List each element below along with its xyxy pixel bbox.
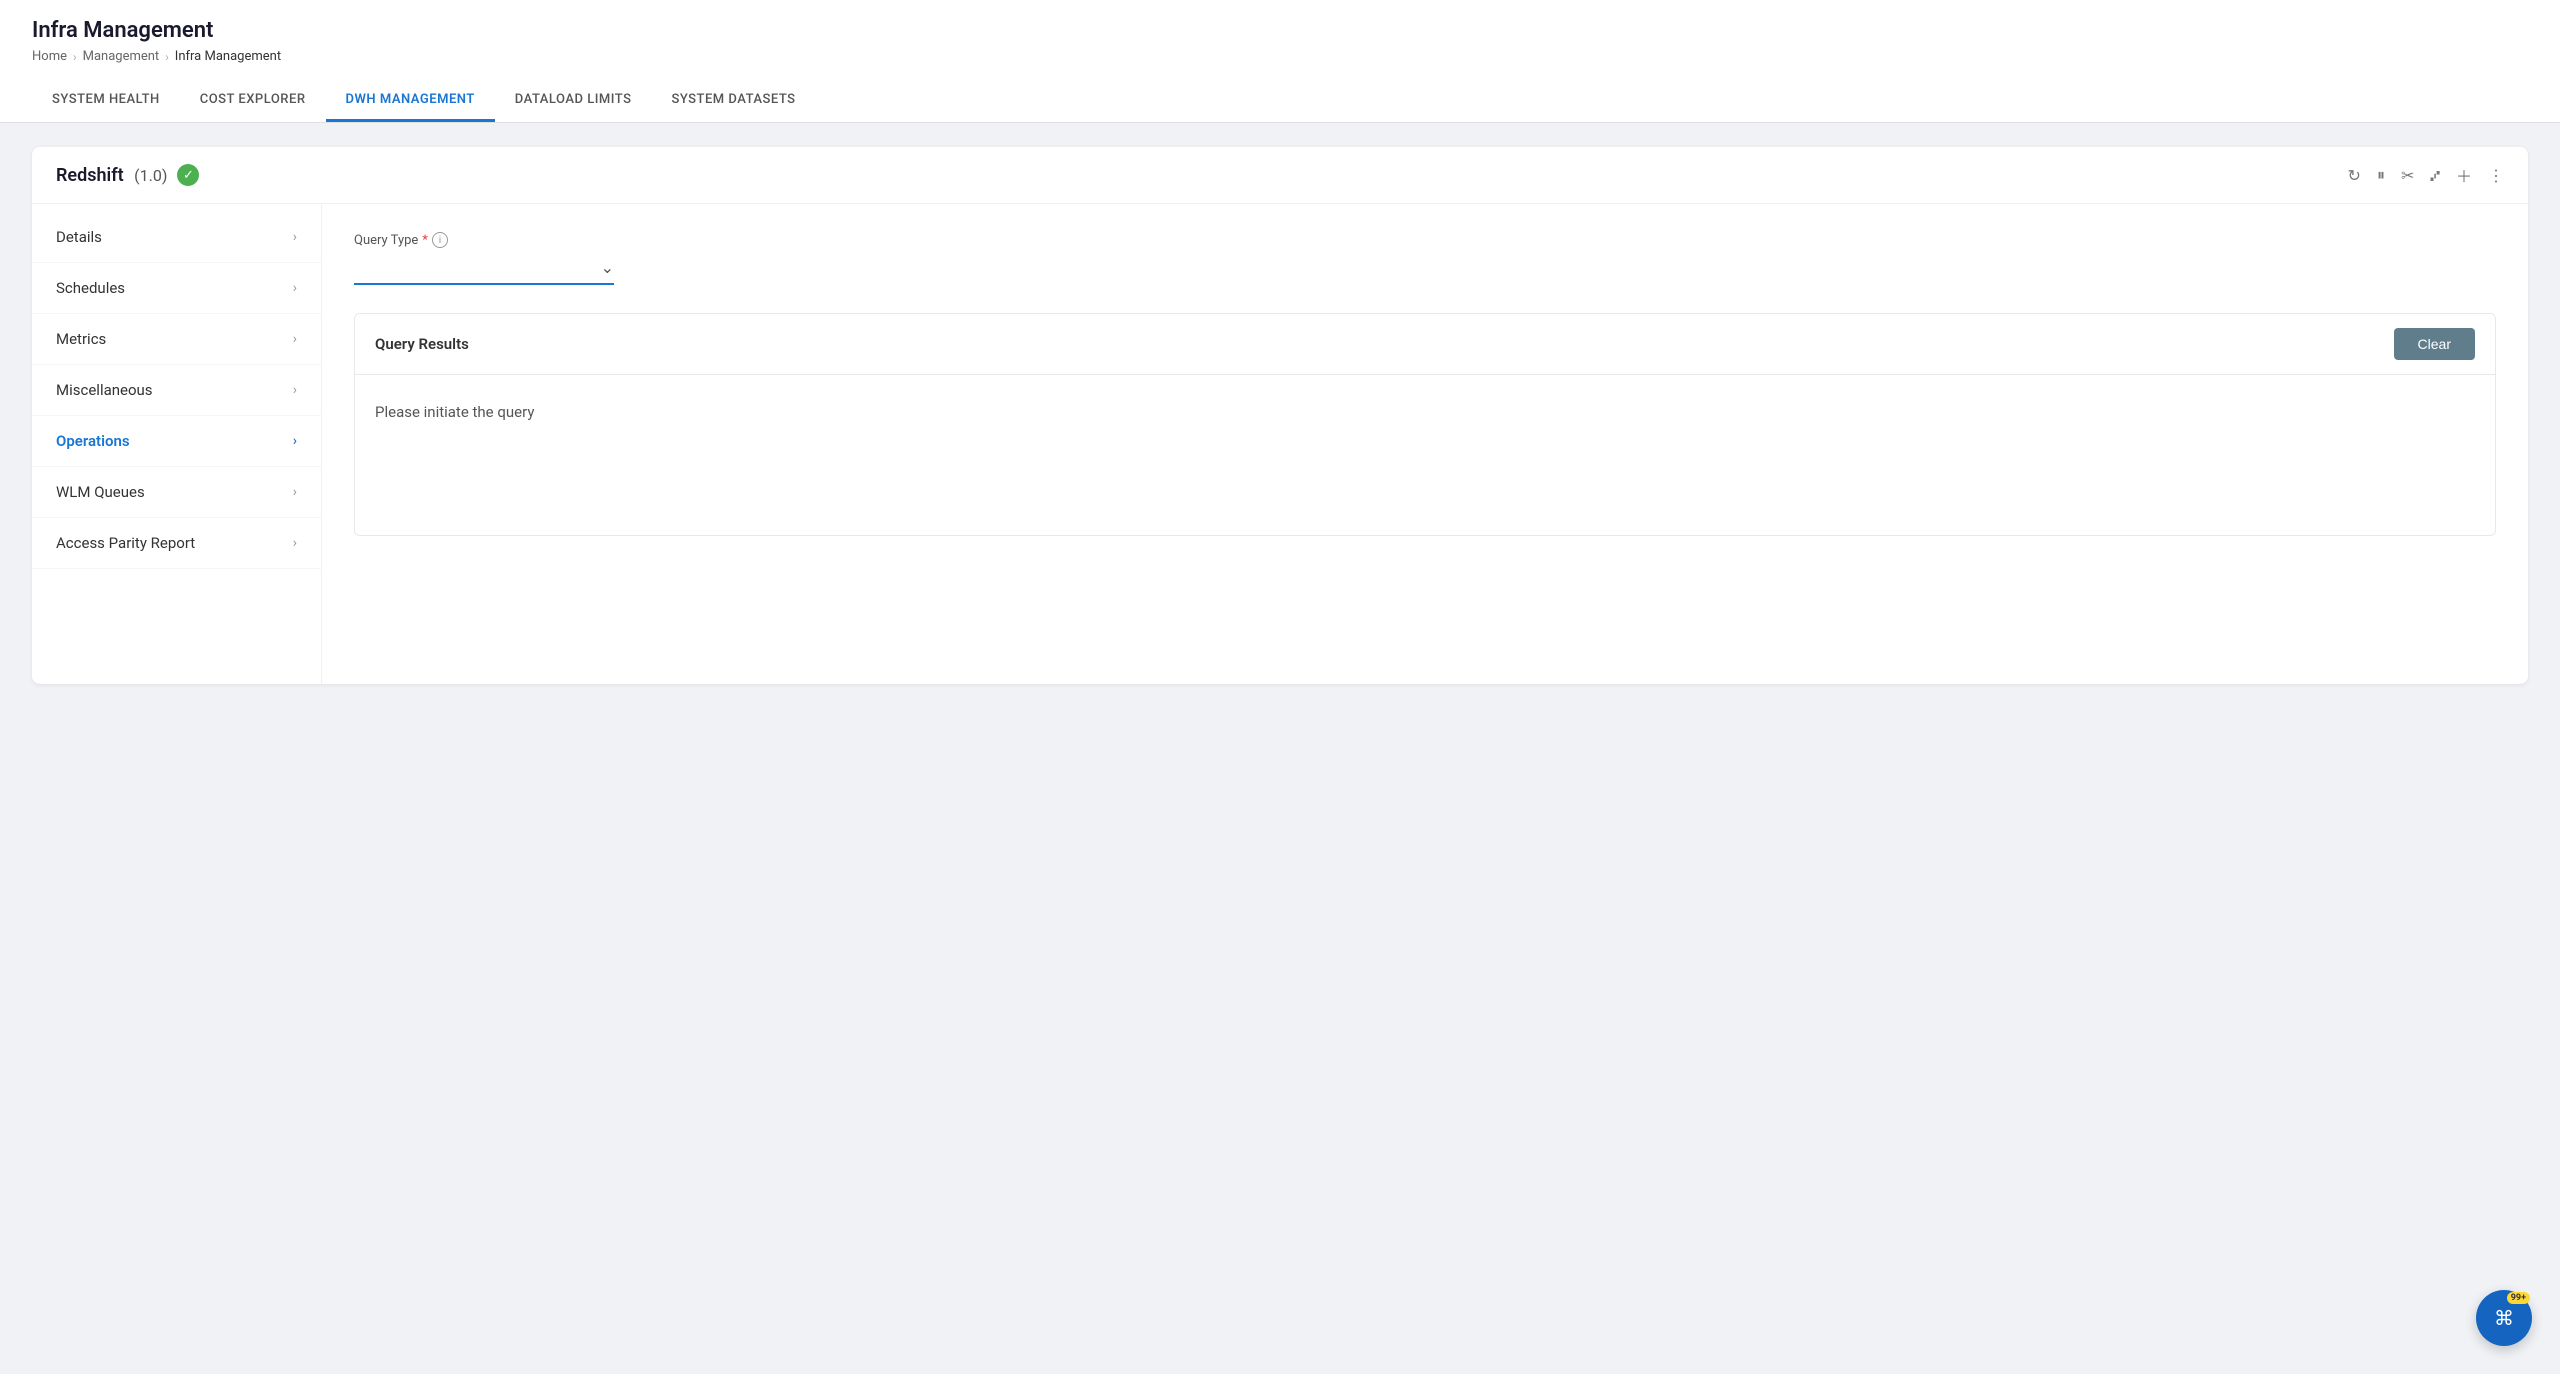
clear-button[interactable]: Clear xyxy=(2394,328,2475,360)
notification-count: 99+ xyxy=(2507,1292,2530,1304)
card-title: Redshift (1.0) xyxy=(56,165,167,186)
chevron-icon-access-parity-report: › xyxy=(293,535,297,551)
breadcrumb-management[interactable]: Management xyxy=(83,49,160,64)
more-icon[interactable]: ⋮ xyxy=(2488,166,2504,185)
nav-tabs: SYSTEM HEALTH COST EXPLORER DWH MANAGEME… xyxy=(32,80,2528,122)
chevron-icon-schedules: › xyxy=(293,280,297,296)
sidebar-item-miscellaneous[interactable]: Miscellaneous › xyxy=(32,365,321,416)
sidebar: Details › Schedules › Metrics › Miscella… xyxy=(32,204,322,684)
tab-system-datasets[interactable]: SYSTEM DATASETS xyxy=(651,80,815,122)
sidebar-item-label-details: Details xyxy=(56,228,102,246)
query-type-label: Query Type * i xyxy=(354,232,614,248)
tab-system-health[interactable]: SYSTEM HEALTH xyxy=(32,80,180,122)
breadcrumb-home[interactable]: Home xyxy=(32,49,67,64)
query-results-title: Query Results xyxy=(375,335,469,353)
sidebar-item-label-schedules: Schedules xyxy=(56,279,125,297)
query-results-header: Query Results Clear xyxy=(355,314,2495,375)
query-results-body: Please initiate the query xyxy=(355,375,2495,535)
query-type-select: Query Type * i ⌄ xyxy=(354,232,614,285)
chevron-icon-metrics: › xyxy=(293,331,297,347)
command-icon: ⌘ xyxy=(2494,1306,2514,1330)
query-type-dropdown[interactable]: ⌄ xyxy=(354,252,614,285)
scissors-icon[interactable]: ✂ xyxy=(2401,166,2414,185)
chevron-icon-wlm-queues: › xyxy=(293,484,297,500)
add-icon[interactable]: ＋ xyxy=(2456,163,2472,187)
chevron-down-icon: ⌄ xyxy=(601,258,614,277)
card-header-actions: ↻ ⏸ ✂ ⑇ ＋ ⋮ xyxy=(2348,163,2504,187)
card-header: Redshift (1.0) ✓ ↻ ⏸ ✂ ⑇ ＋ ⋮ xyxy=(32,147,2528,204)
chevron-icon-details: › xyxy=(293,229,297,245)
tab-dataload-limits[interactable]: DATALOAD LIMITS xyxy=(495,80,652,122)
sidebar-item-label-wlm-queues: WLM Queues xyxy=(56,483,145,501)
app-title: Infra Management xyxy=(32,18,2528,43)
sidebar-item-schedules[interactable]: Schedules › xyxy=(32,263,321,314)
required-star: * xyxy=(422,233,428,248)
sidebar-item-label-miscellaneous: Miscellaneous xyxy=(56,381,153,399)
tab-dwh-management[interactable]: DWH MANAGEMENT xyxy=(326,80,495,122)
card-body: Details › Schedules › Metrics › Miscella… xyxy=(32,204,2528,684)
sidebar-item-label-access-parity-report: Access Parity Report xyxy=(56,534,195,552)
content-area: Query Type * i ⌄ Query Results xyxy=(322,204,2528,684)
chevron-icon-miscellaneous: › xyxy=(293,382,297,398)
sidebar-item-operations[interactable]: Operations › xyxy=(32,416,321,467)
breadcrumb-sep-1: › xyxy=(73,50,77,64)
breadcrumb-sep-2: › xyxy=(165,50,169,64)
sidebar-item-wlm-queues[interactable]: WLM Queues › xyxy=(32,467,321,518)
main-content: Redshift (1.0) ✓ ↻ ⏸ ✂ ⑇ ＋ ⋮ Details › xyxy=(0,123,2560,708)
sidebar-item-access-parity-report[interactable]: Access Parity Report › xyxy=(32,518,321,569)
refresh-icon[interactable]: ↻ xyxy=(2348,166,2361,185)
status-badge: ✓ xyxy=(177,164,199,186)
card-title-area: Redshift (1.0) ✓ xyxy=(56,164,199,186)
sidebar-item-metrics[interactable]: Metrics › xyxy=(32,314,321,365)
notification-badge[interactable]: ⌘ 99+ xyxy=(2476,1290,2532,1346)
breadcrumb-current: Infra Management xyxy=(175,49,281,64)
sidebar-item-label-operations: Operations xyxy=(56,432,130,450)
card-version: (1.0) xyxy=(134,166,167,185)
query-type-row: Query Type * i ⌄ xyxy=(354,232,2496,285)
tab-cost-explorer[interactable]: COST EXPLORER xyxy=(180,80,326,122)
chevron-icon-operations: › xyxy=(293,433,297,449)
query-type-info-icon[interactable]: i xyxy=(432,232,448,248)
main-card: Redshift (1.0) ✓ ↻ ⏸ ✂ ⑇ ＋ ⋮ Details › xyxy=(32,147,2528,684)
query-results-section: Query Results Clear Please initiate the … xyxy=(354,313,2496,536)
connect-icon[interactable]: ⑇ xyxy=(2430,166,2440,185)
app-header: Infra Management Home › Management › Inf… xyxy=(0,0,2560,123)
pause-icon[interactable]: ⏸ xyxy=(2377,165,2385,185)
breadcrumb: Home › Management › Infra Management xyxy=(32,49,2528,64)
sidebar-item-details[interactable]: Details › xyxy=(32,212,321,263)
query-initiate-text: Please initiate the query xyxy=(375,403,534,421)
sidebar-item-label-metrics: Metrics xyxy=(56,330,106,348)
